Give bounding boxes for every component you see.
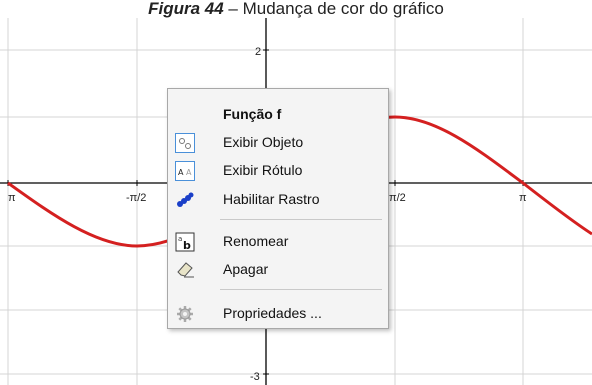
svg-text:A: A (178, 168, 184, 177)
menu-item-delete[interactable]: Apagar (168, 257, 388, 283)
caption-lead: Figura 44 (148, 0, 224, 18)
graphics-view[interactable]: π -π/2 π/2 π 2 -2 -3 Função f Exibir Obj… (0, 18, 592, 385)
menu-item-trace[interactable]: Habilitar Rastro (168, 187, 388, 213)
caption-text: – Mudança de cor do gráfico (223, 0, 444, 18)
x-tick-label: π (519, 192, 527, 204)
menu-item-label: Renomear (223, 233, 289, 249)
menu-separator (220, 219, 382, 220)
menu-item-rename[interactable]: a b Renomear (168, 229, 388, 255)
menu-item-label: Propriedades ... (223, 305, 322, 321)
x-tick-label: -π/2 (126, 192, 146, 204)
x-tick-label: π (8, 192, 16, 204)
menu-item-properties[interactable]: Propriedades ... (168, 301, 388, 327)
rename-icon: a b (175, 232, 195, 252)
menu-item-label: Apagar (223, 261, 269, 277)
menu-item-label: Exibir Rótulo (223, 162, 303, 178)
eraser-icon (175, 260, 195, 280)
figure-caption: Figura 44 – Mudança de cor do gráfico (0, 0, 592, 18)
trace-icon (175, 190, 195, 210)
svg-text:b: b (183, 239, 191, 252)
menu-item-label: Habilitar Rastro (223, 191, 320, 207)
menu-separator (220, 289, 382, 290)
menu-item-show-object[interactable]: Exibir Objeto (168, 130, 388, 156)
x-tick-label: π/2 (389, 192, 406, 204)
y-tick-label: -3 (250, 371, 260, 383)
y-tick-label: 2 (255, 46, 261, 58)
menu-title: Função f (223, 106, 282, 122)
show-object-icon (175, 133, 195, 153)
context-menu: Função f Exibir Objeto A A Exibir Rótulo (167, 88, 389, 329)
menu-item-show-label[interactable]: A A Exibir Rótulo (168, 158, 388, 184)
svg-text:a: a (178, 235, 182, 243)
gear-icon (175, 304, 195, 324)
svg-text:A: A (186, 168, 192, 177)
menu-item-label: Exibir Objeto (223, 134, 304, 150)
show-label-icon: A A (175, 161, 195, 181)
